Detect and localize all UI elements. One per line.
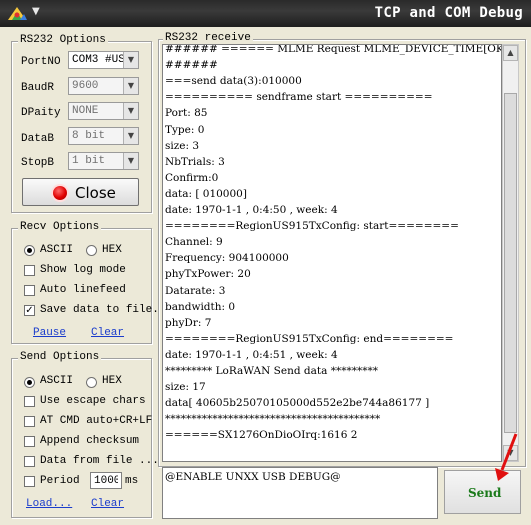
baud-label: BaudR (21, 82, 55, 94)
receive-log-line: ========== sendframe start ========== (165, 91, 433, 104)
stopbits-select[interactable]: 1 bit ▼ (68, 152, 139, 170)
recv-ascii-radio[interactable] (24, 245, 35, 256)
recv-hex-radio[interactable] (86, 245, 97, 256)
receive-log-line: Datarate: 3 (165, 284, 226, 297)
scrollbar-thumb[interactable] (504, 93, 517, 433)
receive-log-line: ********* LoRaWAN Send data ********* (165, 365, 378, 377)
receive-textarea[interactable]: ###### ====== MLME Request MLME_DEVICE_T… (162, 44, 502, 462)
send-ascii-radio[interactable] (24, 377, 35, 388)
show-log-checkbox[interactable] (24, 265, 35, 276)
period-input[interactable] (90, 472, 122, 489)
red-arrow-icon (495, 433, 518, 481)
port-label: PortNO (21, 56, 61, 68)
send-hex-radio[interactable] (86, 377, 97, 388)
send-clear-link[interactable]: Clear (91, 498, 124, 510)
save-file-label: Save data to file. (40, 304, 159, 316)
chevron-down-icon[interactable]: ▼ (123, 103, 138, 119)
window-title: TCP and COM Debug (374, 5, 523, 21)
show-log-label: Show log mode (40, 264, 126, 276)
at-cmd-label: AT CMD auto+CR+LF (40, 415, 153, 427)
receive-log-line: ###### (165, 59, 218, 72)
pause-link[interactable]: Pause (33, 327, 66, 339)
escape-chars-checkbox[interactable] (24, 396, 35, 407)
chevron-down-icon[interactable]: ▼ (123, 128, 138, 144)
receive-scrollbar[interactable]: ▲ ▼ (502, 44, 519, 462)
recv-clear-link[interactable]: Clear (91, 327, 124, 339)
stopbits-label: StopB (21, 157, 55, 169)
receive-log-line: Type: 0 (165, 123, 205, 136)
red-status-light-icon (53, 186, 67, 200)
receive-log-line: ###### ====== MLME Request MLME_DEVICE_T… (165, 44, 502, 55)
title-bar: ▼ TCP and COM Debug (0, 0, 531, 27)
receive-log-line: size: 17 (165, 381, 206, 394)
send-ascii-label: ASCII (40, 375, 74, 387)
app-logo-icon[interactable] (6, 4, 28, 22)
auto-linefeed-checkbox[interactable] (24, 285, 35, 296)
recv-ascii-label: ASCII (40, 244, 74, 256)
period-unit-label: ms (125, 475, 139, 487)
send-options-label: Send Options (18, 351, 102, 363)
period-checkbox[interactable] (24, 476, 35, 487)
receive-log-line: bandwidth: 0 (165, 300, 236, 313)
baud-select[interactable]: 9600 ▼ (68, 77, 139, 95)
receive-log-line: data: [ 010000] (165, 187, 247, 200)
receive-log-line: Channel: 9 (165, 236, 223, 249)
databits-select[interactable]: 8 bit ▼ (68, 127, 139, 145)
receive-log-line: ========RegionUS915TxConfig: start======… (165, 220, 459, 233)
receive-log-line: size: 3 (165, 139, 200, 152)
checksum-label: Append checksum (40, 435, 140, 447)
chevron-down-icon[interactable]: ▼ (123, 153, 138, 169)
from-file-label: Data from file ... (40, 455, 159, 467)
save-file-checkbox[interactable]: ✓ (24, 305, 35, 316)
parity-select[interactable]: NONE ▼ (68, 102, 139, 120)
chevron-down-icon[interactable]: ▼ (123, 78, 138, 94)
at-cmd-checkbox[interactable] (24, 416, 35, 427)
load-link[interactable]: Load... (26, 498, 72, 510)
receive-log-line: Port: 85 (165, 107, 208, 120)
receive-log-line: Confirm:0 (165, 171, 219, 184)
receive-log-line: ===send data(3):010000 (165, 75, 302, 88)
receive-log-line: Frequency: 904100000 (165, 252, 289, 265)
send-hex-label: HEX (102, 375, 122, 387)
receive-log-line: phyTxPower: 20 (165, 268, 251, 281)
checksum-checkbox[interactable] (24, 436, 35, 447)
receive-log-line: ****************************************… (165, 413, 381, 426)
port-select[interactable]: COM3 #US ▼ (68, 51, 139, 69)
auto-linefeed-label: Auto linefeed (40, 284, 126, 296)
from-file-checkbox[interactable] (24, 456, 35, 467)
databits-label: DataB (21, 133, 55, 145)
parity-label: DPaity (21, 107, 61, 119)
scroll-up-arrow-icon[interactable]: ▲ (503, 45, 518, 61)
receive-log-line: NbTrials: 3 (165, 155, 225, 168)
send-input[interactable]: @ENABLE UNXX USB DEBUG@ (162, 467, 438, 519)
receive-log-line: data[ 40605b25070105000d552e2be744a86177… (165, 397, 430, 410)
receive-log-line: date: 1970-1-1 , 0:4:51 , week: 4 (165, 348, 338, 361)
receive-log-line: ======SX1276OnDioOIrq:1616 2 (165, 429, 358, 442)
escape-chars-label: Use escape chars (40, 395, 146, 407)
system-menu-arrow-icon[interactable]: ▼ (32, 6, 40, 17)
period-label: Period (40, 475, 80, 487)
recv-options-label: Recv Options (18, 221, 102, 233)
close-port-button[interactable]: Close (22, 178, 139, 206)
rs232-receive-label: RS232 receive (163, 32, 253, 44)
chevron-down-icon[interactable]: ▼ (123, 52, 138, 68)
receive-log-line: ========RegionUS915TxConfig: end======== (165, 332, 454, 345)
rs232-options-label: RS232 Options (18, 34, 108, 46)
receive-log-line: date: 1970-1-1 , 0:4:50 , week: 4 (165, 204, 338, 216)
receive-log-line: phyDr: 7 (165, 316, 212, 329)
recv-hex-label: HEX (102, 244, 122, 256)
